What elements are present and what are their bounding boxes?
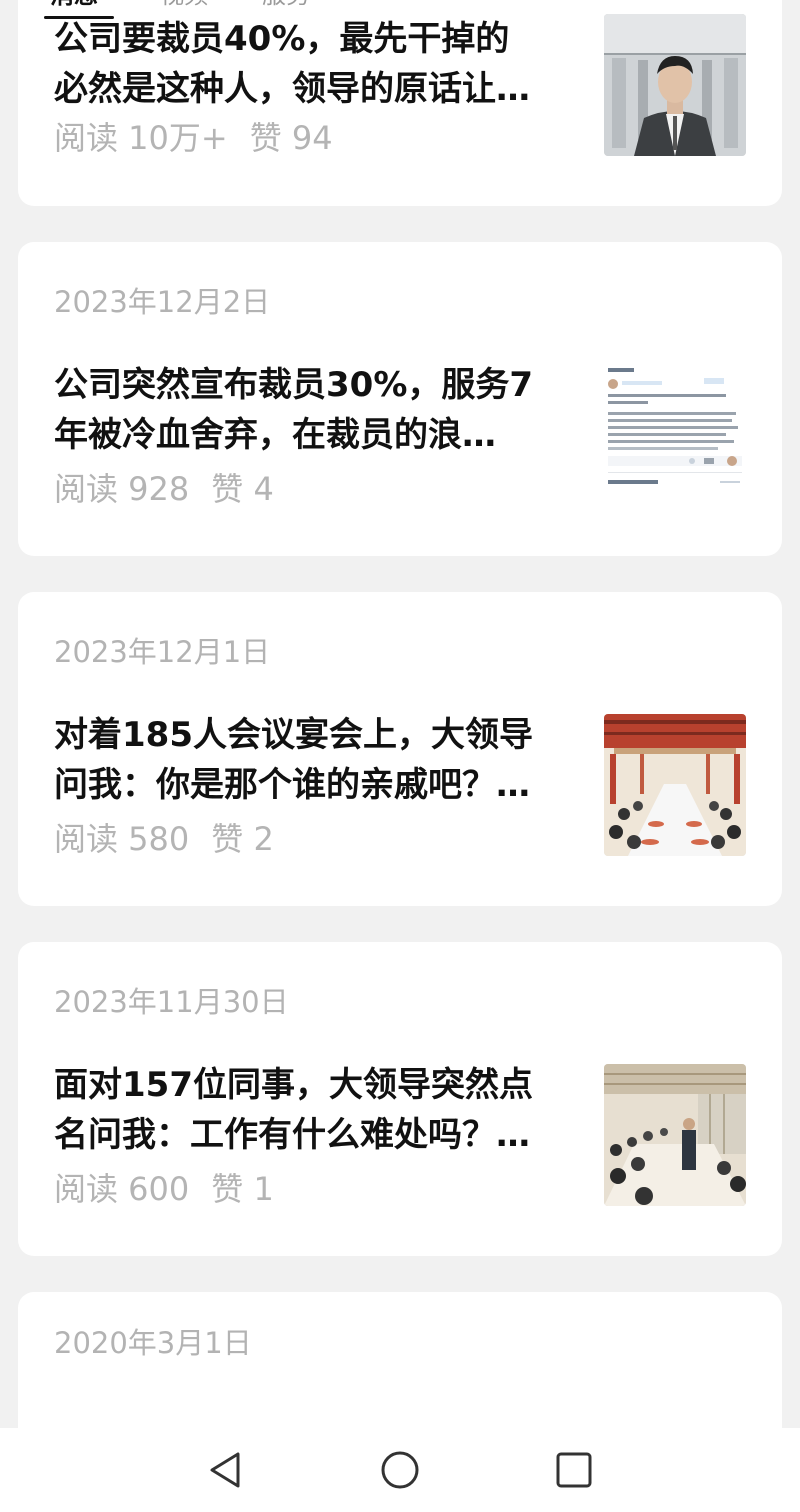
article-stats: 阅读 600 赞 1 bbox=[54, 1171, 274, 1207]
article-stats: 阅读 928 赞 4 bbox=[54, 471, 274, 507]
article-title[interactable]: 公司突然宣布裁员30%，服务7 年被冷血舍弃，在裁员的浪… bbox=[54, 360, 574, 460]
system-navigation-bar bbox=[0, 1428, 800, 1512]
article-title[interactable]: 公司要裁员40%，最先干掉的 必然是这种人，领导的原话让… bbox=[54, 14, 574, 114]
article-date: 2020年3月1日 bbox=[54, 1326, 252, 1360]
article-title[interactable]: 面对157位同事，大领导突然点 名问我：工作有什么难处吗？… bbox=[54, 1060, 574, 1160]
like-count: 赞 1 bbox=[211, 1170, 274, 1208]
triangle-back-icon[interactable] bbox=[202, 1446, 250, 1494]
circle-home-icon[interactable] bbox=[376, 1446, 424, 1494]
article-card[interactable]: 公司要裁员40%，最先干掉的 必然是这种人，领导的原话让… 阅读 10万+ 赞 9… bbox=[18, 0, 782, 206]
article-thumbnail[interactable] bbox=[604, 1064, 746, 1206]
article-thumbnail[interactable] bbox=[604, 14, 746, 156]
article-card[interactable]: 2023年12月2日 公司突然宣布裁员30%，服务7 年被冷血舍弃，在裁员的浪…… bbox=[18, 242, 782, 556]
banquet-hall-icon bbox=[604, 714, 746, 856]
article-date: 2023年12月1日 bbox=[54, 635, 271, 669]
businessman-illustration-icon bbox=[604, 14, 746, 156]
like-count: 赞 94 bbox=[249, 119, 333, 157]
like-count: 赞 2 bbox=[211, 820, 274, 858]
article-date: 2023年11月30日 bbox=[54, 985, 289, 1019]
read-count: 阅读 10万+ bbox=[54, 119, 228, 157]
read-count: 阅读 928 bbox=[54, 470, 190, 508]
meeting-room-icon bbox=[604, 1064, 746, 1206]
article-date: 2023年12月2日 bbox=[54, 285, 271, 319]
article-title[interactable]: 对着185人会议宴会上，大领导 问我：你是那个谁的亲戚吧？… bbox=[54, 710, 574, 810]
article-card[interactable]: 2023年11月30日 面对157位同事，大领导突然点 名问我：工作有什么难处吗… bbox=[18, 942, 782, 1256]
article-card[interactable]: 2020年3月1日 bbox=[18, 1292, 782, 1428]
square-recents-icon[interactable] bbox=[550, 1446, 598, 1494]
article-card[interactable]: 2023年12月1日 对着185人会议宴会上，大领导 问我：你是那个谁的亲戚吧？… bbox=[18, 592, 782, 906]
article-stats: 阅读 10万+ 赞 94 bbox=[54, 120, 333, 156]
article-thumbnail[interactable] bbox=[604, 364, 746, 506]
article-stats: 阅读 580 赞 2 bbox=[54, 821, 274, 857]
chat-screenshot-icon bbox=[604, 364, 746, 506]
article-thumbnail[interactable] bbox=[604, 714, 746, 856]
article-feed: 消息 视频 服务 公司要裁员40%，最先干掉的 必然是这种人，领导的原话让… 阅… bbox=[0, 0, 800, 1428]
read-count: 阅读 600 bbox=[54, 1170, 190, 1208]
like-count: 赞 4 bbox=[211, 470, 274, 508]
read-count: 阅读 580 bbox=[54, 820, 190, 858]
